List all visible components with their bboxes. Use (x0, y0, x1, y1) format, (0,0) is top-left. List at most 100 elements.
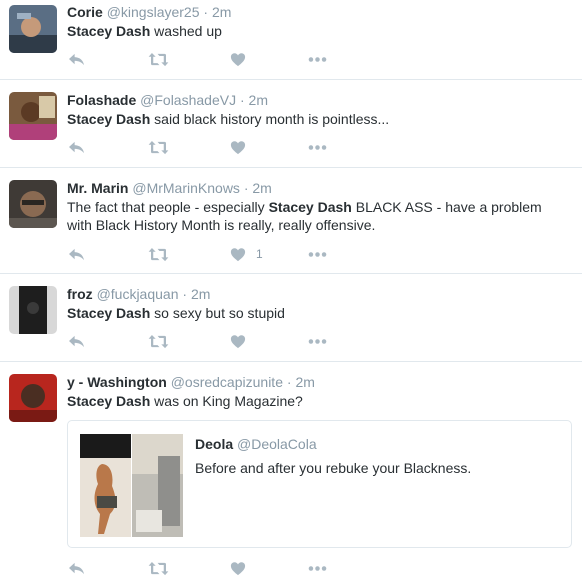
avatar[interactable] (9, 286, 57, 334)
like-button[interactable]: 1 (230, 246, 263, 262)
separator: · (286, 374, 292, 390)
tweet-text: Stacey Dash washed up (67, 22, 567, 40)
quoted-media[interactable] (80, 434, 183, 537)
tweet-actions (67, 333, 347, 349)
tweet-card[interactable]: froz @fuckjaquan · 2m Stacey Dash so sex… (0, 274, 582, 362)
timestamp[interactable]: 2m (191, 286, 210, 302)
retweet-button[interactable] (148, 139, 169, 155)
reply-icon (67, 52, 86, 67)
text-segment: washed up (150, 23, 222, 39)
avatar[interactable] (9, 92, 57, 140)
tweet-header: y - Washington @osredcapizunite · 2m (67, 373, 315, 391)
heart-icon (230, 140, 246, 155)
tweet-card[interactable]: Mr. Marin @MrMarinKnows · 2m The fact th… (0, 168, 582, 274)
retweet-button[interactable] (148, 51, 169, 67)
tweet-text: The fact that people - especially Stacey… (67, 198, 567, 234)
separator: · (203, 4, 209, 20)
retweet-icon (148, 561, 169, 576)
avatar[interactable] (9, 180, 57, 228)
reply-button[interactable] (67, 139, 86, 155)
like-button[interactable] (230, 139, 246, 155)
retweet-button[interactable] (148, 333, 169, 349)
highlighted-term: Stacey Dash (67, 305, 151, 321)
retweet-icon (148, 334, 169, 349)
timestamp[interactable]: 2m (295, 374, 314, 390)
timestamp[interactable]: 2m (252, 180, 271, 196)
tweet-actions: 1 (67, 246, 347, 262)
more-icon (307, 52, 328, 67)
quoted-tweet[interactable]: Deola @DeolaCola Before and after you re… (67, 420, 572, 548)
like-button[interactable] (230, 333, 246, 349)
highlighted-term: Stacey Dash (67, 23, 151, 39)
separator: · (243, 180, 249, 196)
avatar[interactable] (9, 5, 57, 53)
more-button[interactable] (307, 333, 328, 349)
user-name[interactable]: froz (67, 286, 93, 302)
highlighted-term: Stacey Dash (67, 393, 151, 409)
tweet-card[interactable]: Folashade @FolashadeVJ · 2m Stacey Dash … (0, 80, 582, 168)
user-name[interactable]: y - Washington (67, 374, 167, 390)
tweet-text: Stacey Dash so sexy but so stupid (67, 304, 567, 322)
more-icon (307, 561, 328, 576)
like-count: 1 (256, 247, 263, 261)
timestamp[interactable]: 2m (212, 4, 231, 20)
more-icon (307, 334, 328, 349)
tweet-actions (67, 51, 347, 67)
more-button[interactable] (307, 51, 328, 67)
like-button[interactable] (230, 51, 246, 67)
like-button[interactable] (230, 560, 246, 576)
text-segment: The fact that people - especially (67, 199, 269, 215)
quoted-text: Before and after you rebuke your Blackne… (195, 460, 472, 476)
text-segment: so sexy but so stupid (150, 305, 285, 321)
heart-icon (230, 247, 246, 262)
user-name[interactable]: Mr. Marin (67, 180, 128, 196)
reply-icon (67, 561, 86, 576)
heart-icon (230, 52, 246, 67)
heart-icon (230, 334, 246, 349)
user-handle[interactable]: @fuckjaquan (97, 286, 179, 302)
user-handle[interactable]: @FolashadeVJ (140, 92, 236, 108)
highlighted-term: Stacey Dash (268, 199, 352, 215)
retweet-icon (148, 140, 169, 155)
user-handle[interactable]: @MrMarinKnows (132, 180, 240, 196)
reply-button[interactable] (67, 246, 86, 262)
reply-button[interactable] (67, 51, 86, 67)
reply-button[interactable] (67, 333, 86, 349)
retweet-button[interactable] (148, 560, 169, 576)
user-name[interactable]: Folashade (67, 92, 136, 108)
more-button[interactable] (307, 139, 328, 155)
tweet-header: Folashade @FolashadeVJ · 2m (67, 91, 268, 109)
tweet-header: froz @fuckjaquan · 2m (67, 285, 210, 303)
tweet-actions (67, 560, 347, 576)
retweet-icon (148, 52, 169, 67)
tweet-text: Stacey Dash was on King Magazine? (67, 392, 567, 410)
reply-icon (67, 140, 86, 155)
quoted-user-name[interactable]: Deola (195, 436, 233, 452)
tweet-header: Mr. Marin @MrMarinKnows · 2m (67, 179, 272, 197)
heart-icon (230, 561, 246, 576)
quoted-image (80, 434, 183, 537)
more-icon (307, 140, 328, 155)
reply-icon (67, 247, 86, 262)
tweet-header: Corie @kingslayer25 · 2m (67, 3, 231, 21)
tweet-card[interactable]: Corie @kingslayer25 · 2m Stacey Dash was… (0, 0, 582, 80)
quoted-header: Deola @DeolaCola (195, 435, 317, 453)
retweet-icon (148, 247, 169, 262)
user-handle[interactable]: @kingslayer25 (107, 4, 200, 20)
user-handle[interactable]: @osredcapizunite (171, 374, 283, 390)
separator: · (182, 286, 188, 302)
user-name[interactable]: Corie (67, 4, 103, 20)
tweet-timeline: Corie @kingslayer25 · 2m Stacey Dash was… (0, 0, 582, 585)
tweet-actions (67, 139, 347, 155)
text-segment: said black history month is pointless... (150, 111, 390, 127)
text-segment: was on King Magazine? (150, 393, 303, 409)
reply-button[interactable] (67, 560, 86, 576)
reply-icon (67, 334, 86, 349)
more-button[interactable] (307, 560, 328, 576)
avatar[interactable] (9, 374, 57, 422)
more-button[interactable] (307, 246, 328, 262)
tweet-text: Stacey Dash said black history month is … (67, 110, 567, 128)
timestamp[interactable]: 2m (249, 92, 268, 108)
retweet-button[interactable] (148, 246, 169, 262)
quoted-user-handle[interactable]: @DeolaCola (237, 436, 317, 452)
